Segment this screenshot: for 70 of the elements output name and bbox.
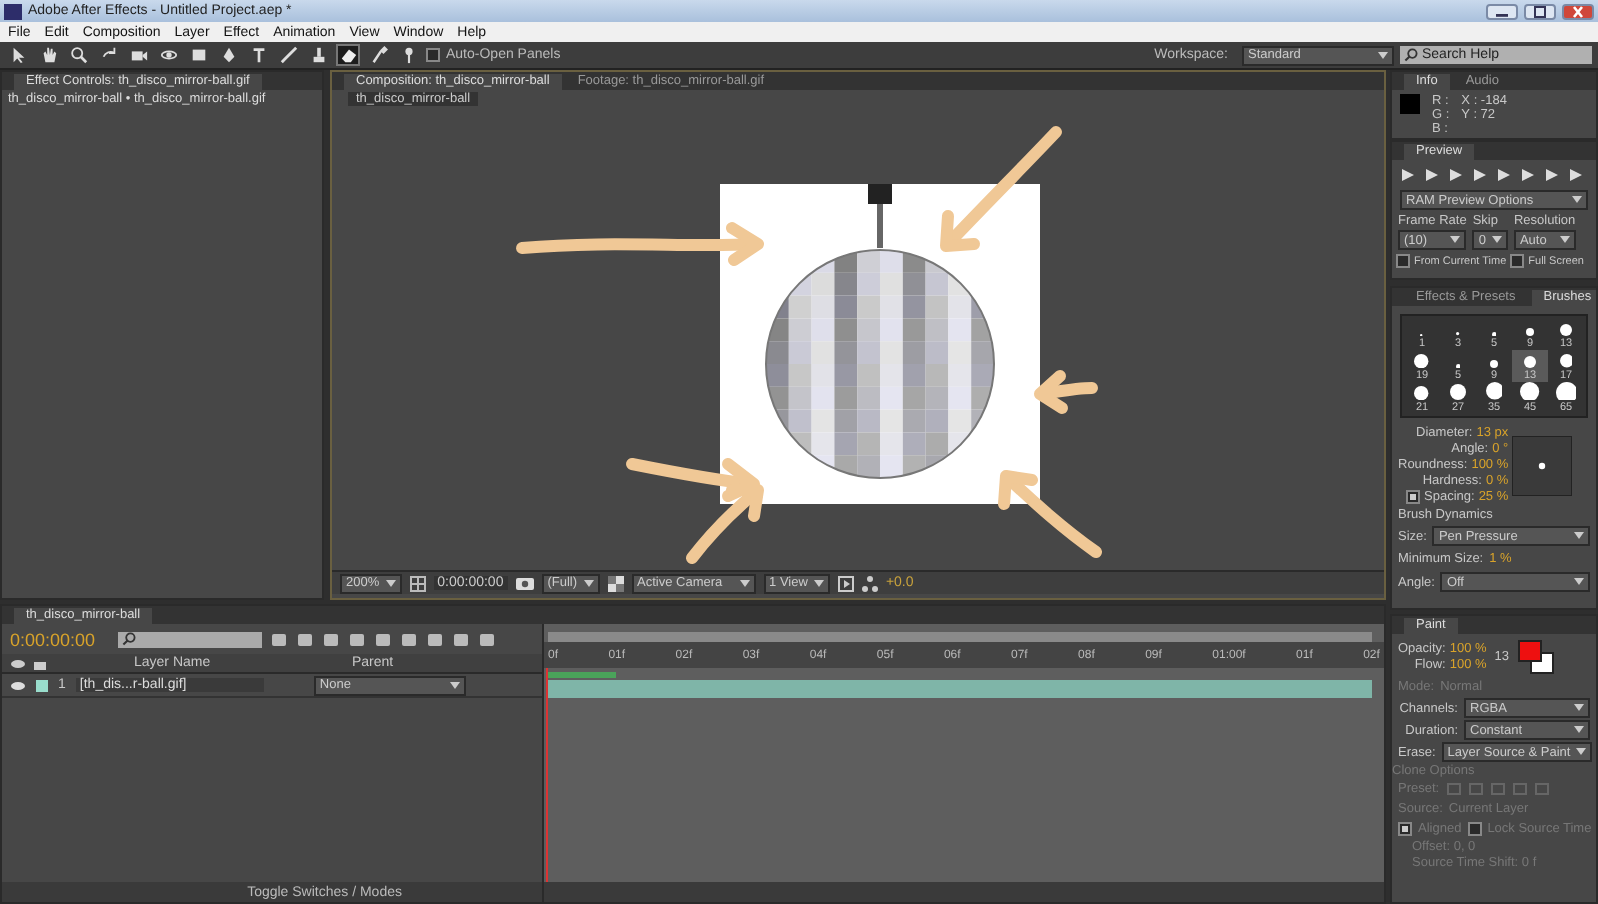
layer-search-field[interactable]: [118, 631, 262, 647]
camera-icon[interactable]: [515, 576, 534, 590]
caret-icon: [1574, 578, 1584, 586]
arrow-drawing: [940, 126, 1062, 252]
close-icon: [1572, 5, 1584, 17]
brush-dot-icon: [1450, 384, 1466, 400]
brush-dot-icon: [1485, 382, 1503, 400]
brush-preview: [1512, 435, 1573, 495]
rect-tool-icon: [189, 46, 207, 64]
flowchart-icon[interactable]: [861, 575, 878, 591]
label-color-icon: [36, 679, 48, 691]
brush-dot-icon: [1560, 324, 1572, 336]
caret-icon: [1574, 704, 1584, 712]
caret-icon: [449, 681, 460, 689]
caret-icon: [583, 579, 594, 587]
app-icon: [4, 3, 22, 19]
caret-icon: [1559, 236, 1570, 244]
stamp-tool-icon: [309, 46, 327, 64]
arrow-drawing: [1034, 370, 1098, 414]
checkbox[interactable]: [426, 48, 440, 62]
caret-icon: [739, 579, 750, 587]
brush-dot-icon: [1559, 354, 1573, 368]
color-swatch: [1400, 94, 1420, 114]
eye-icon: [10, 657, 26, 669]
brush-tool-button[interactable]: [276, 44, 300, 66]
hand-tool-icon: [39, 46, 57, 64]
checkbox[interactable]: [1467, 822, 1482, 836]
arrow-drawing: [998, 470, 1102, 558]
eraser-tool-icon: [339, 46, 357, 64]
camera-tool-icon: [129, 46, 147, 64]
checkerboard-icon[interactable]: [607, 575, 624, 591]
pen-tool-icon: [219, 46, 237, 64]
caret-icon: [1378, 51, 1388, 59]
zoom-tool-button[interactable]: [66, 44, 90, 66]
grid-icon[interactable]: [409, 575, 426, 591]
roto-tool-icon: [369, 46, 387, 64]
checkbox[interactable]: [1510, 254, 1525, 268]
maximize-icon: [1534, 5, 1546, 17]
lock-icon: [34, 656, 46, 670]
checkbox[interactable]: [1396, 254, 1410, 268]
brush-dot-icon: [1490, 360, 1498, 368]
brush-dot-icon: [1524, 356, 1536, 368]
current-time[interactable]: 0:00:00:00: [10, 629, 110, 649]
caret-icon: [385, 579, 396, 587]
caret-icon: [1576, 748, 1587, 756]
text-tool-icon: [249, 46, 267, 64]
cached-frames-bar: [548, 672, 616, 678]
caret-icon: [1572, 196, 1582, 204]
arrow-tool-icon: [9, 46, 27, 64]
pin-tool-icon: [399, 46, 417, 64]
brush-tool-icon: [279, 46, 297, 64]
caret-icon: [1491, 236, 1502, 244]
close-button[interactable]: [1562, 3, 1594, 19]
caret-icon: [813, 579, 824, 587]
checkbox[interactable]: [1406, 490, 1421, 504]
maximize-button[interactable]: [1524, 3, 1556, 19]
eraser-tool-button[interactable]: [336, 44, 360, 66]
caret-icon: [1574, 726, 1584, 734]
minimize-button[interactable]: [1486, 3, 1518, 19]
search-icon: [122, 632, 136, 646]
brush-dot-icon: [1526, 328, 1534, 336]
color-swatch[interactable]: [1517, 640, 1542, 662]
caret-icon: [1574, 532, 1584, 540]
layout-icon[interactable]: [837, 575, 854, 591]
checkbox[interactable]: [1398, 822, 1412, 836]
zoom-slider-bar[interactable]: [544, 882, 1384, 902]
caret-icon: [1450, 236, 1461, 244]
visibility-toggle[interactable]: [10, 679, 26, 691]
zoom-tool-icon: [69, 46, 87, 64]
orbit-tool-icon: [159, 46, 177, 64]
